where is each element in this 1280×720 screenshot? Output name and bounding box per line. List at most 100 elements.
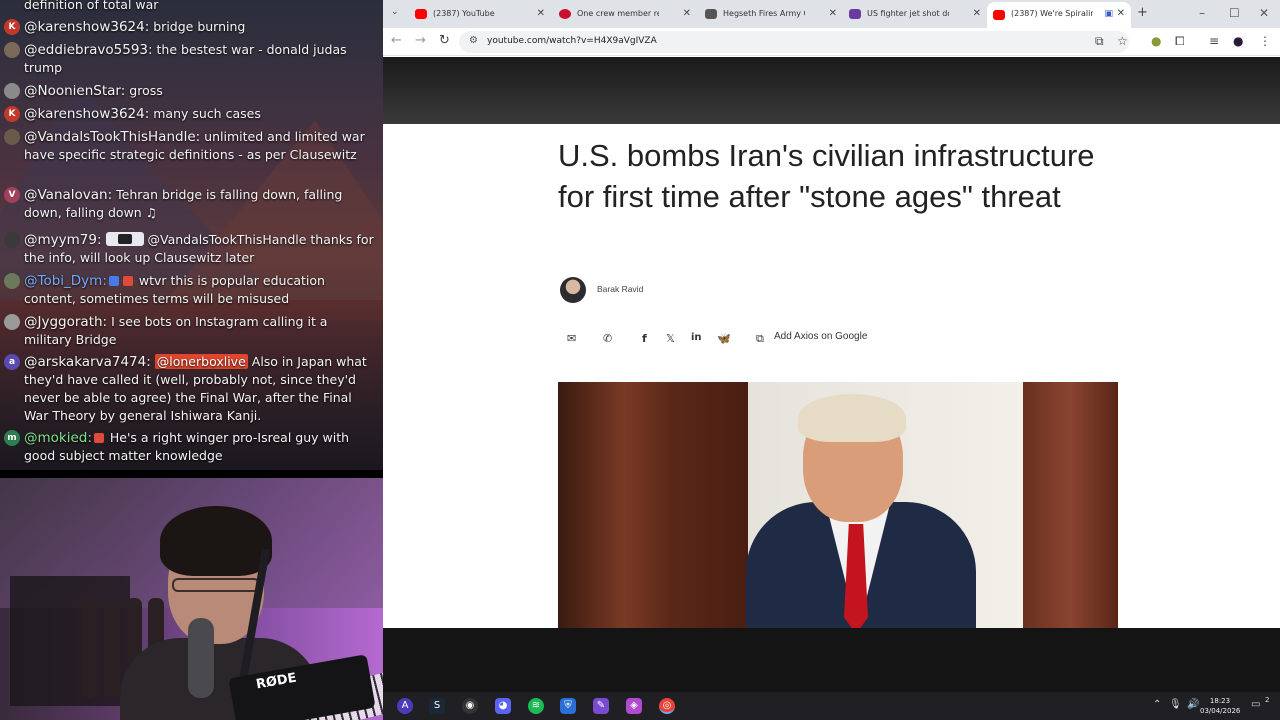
- tab-youtube[interactable]: (2387) YouTube ✕: [409, 4, 551, 24]
- cast-icon: ▣: [1104, 9, 1113, 19]
- chat-username[interactable]: @Vanalovan:: [24, 187, 112, 203]
- avatar: a: [4, 354, 20, 370]
- chat-username[interactable]: @karenshow3624:: [24, 19, 149, 35]
- steam-icon[interactable]: S: [429, 698, 445, 714]
- news-icon: [705, 9, 717, 19]
- google-add-icon[interactable]: ⧉: [756, 332, 764, 346]
- clock-date: 03/04/2026: [1200, 707, 1241, 715]
- tab-search-icon[interactable]: ⌄: [391, 7, 399, 17]
- bluesky-icon[interactable]: 🦋: [717, 332, 731, 345]
- chat-message: @myym79: @VandalsTookThisHandle thanks fo…: [4, 231, 376, 267]
- news-icon: [559, 9, 571, 19]
- chat-message: @NoonienStar: gross: [4, 82, 376, 100]
- chat-username[interactable]: @eddiebravo5593:: [24, 42, 153, 58]
- profile-avatar-icon[interactable]: ●: [1233, 34, 1243, 48]
- close-icon[interactable]: ✕: [683, 4, 691, 24]
- chat-username[interactable]: @karenshow3624:: [24, 106, 149, 122]
- site-info-icon[interactable]: ⚙: [469, 35, 478, 46]
- bitwarden-icon[interactable]: ⛨: [560, 698, 576, 714]
- arc-icon[interactable]: A: [397, 698, 413, 714]
- webcam-feed: RØDE: [0, 478, 383, 720]
- close-icon[interactable]: ✕: [973, 4, 981, 24]
- avatar: [4, 273, 20, 289]
- notification-icon[interactable]: ▭: [1251, 699, 1260, 710]
- chat-text: many such cases: [153, 106, 261, 121]
- chat-message: @Jyggorath: I see bots on Instagram call…: [4, 313, 376, 349]
- close-icon[interactable]: ✕: [829, 4, 837, 24]
- chat-overlay: definition of total war K @karenshow3624…: [0, 0, 383, 470]
- guitar: [104, 598, 120, 698]
- chat-username[interactable]: @myym79:: [24, 232, 102, 248]
- address-bar: ← → ↻ ⚙ youtube.com/watch?v=H4X9aVgIVZA …: [383, 28, 1280, 56]
- tab-fighter-jet[interactable]: US fighter jet shot down by ✕: [843, 4, 987, 24]
- photo-door-left: [558, 382, 748, 628]
- bookmark-star-icon[interactable]: ☆: [1117, 34, 1128, 48]
- obs-icon[interactable]: ◉: [462, 698, 478, 714]
- avatar: K: [4, 19, 20, 35]
- streamer-hair: [160, 506, 272, 576]
- avatar: m: [4, 430, 20, 446]
- tab-hegseth[interactable]: Hegseth Fires Army Chief A ✕: [699, 4, 843, 24]
- spotify-icon[interactable]: ≋: [528, 698, 544, 714]
- chrome-icon[interactable]: ◎: [659, 698, 675, 714]
- minimize-icon[interactable]: –: [1199, 6, 1205, 20]
- chat-text: bridge burning: [153, 19, 246, 34]
- phone-icon[interactable]: ✆: [603, 332, 612, 345]
- video-top-gradient: [383, 57, 1280, 124]
- add-axios-google-link[interactable]: Add Axios on Google: [774, 331, 867, 342]
- close-window-icon[interactable]: ✕: [1259, 6, 1269, 20]
- app-icon[interactable]: ◈: [626, 698, 642, 714]
- youtube-icon: [415, 9, 427, 19]
- chat-username[interactable]: @arskakarva7474:: [24, 354, 151, 370]
- chat-username[interactable]: @Jyggorath:: [24, 314, 107, 330]
- chat-username[interactable]: @mokied:: [24, 430, 92, 446]
- chat-username[interactable]: @NoonienStar:: [24, 83, 125, 99]
- volume-icon[interactable]: 🔊: [1187, 699, 1199, 710]
- chat-message: K @karenshow3624: many such cases: [4, 105, 376, 123]
- tray-expand-icon[interactable]: ⌃: [1153, 699, 1161, 710]
- new-tab-button[interactable]: +: [1137, 5, 1148, 20]
- clock-time: 18:23: [1209, 697, 1231, 705]
- avatar: K: [4, 106, 20, 122]
- tab-spiraling[interactable]: (2387) We're Spiraling ▣ ✕: [987, 2, 1131, 28]
- desktop-background: [383, 628, 1280, 692]
- tab-label: (2387) YouTube: [433, 9, 495, 18]
- tab-crew-rescued[interactable]: One crew member rescued ✕: [553, 4, 697, 24]
- author-name[interactable]: Barak Ravid: [597, 284, 643, 294]
- extension-icon[interactable]: ●: [1151, 34, 1161, 48]
- chat-username[interactable]: @VandalsTookThisHandle:: [24, 129, 200, 145]
- install-icon[interactable]: ⧉: [1095, 34, 1104, 49]
- reload-icon[interactable]: ↻: [439, 33, 450, 48]
- pen-icon[interactable]: ✎: [593, 698, 609, 714]
- author-avatar: [560, 277, 586, 303]
- system-clock[interactable]: 18:23 03/04/2026: [1200, 696, 1240, 716]
- facebook-icon[interactable]: f: [642, 332, 647, 345]
- x-icon[interactable]: 𝕏: [666, 332, 675, 345]
- mention-tag[interactable]: @lonerboxlive: [154, 354, 248, 369]
- avatar: [4, 42, 20, 58]
- notification-count: 2: [1265, 696, 1270, 704]
- chat-message: V @Vanalovan: Tehran bridge is falling d…: [4, 186, 376, 222]
- taskbar: A S ◉ ◕ ≋ ⛨ ✎ ◈ ◎ ⌃ 🎙 🔊 18:23 03/04/2026…: [383, 692, 1280, 720]
- close-icon[interactable]: ✕: [537, 4, 545, 24]
- emote-image: [105, 232, 144, 246]
- maximize-icon[interactable]: ☐: [1229, 6, 1240, 20]
- close-icon[interactable]: ✕: [1117, 2, 1125, 26]
- avatar: [4, 129, 20, 145]
- microphone-icon[interactable]: 🎙: [1169, 699, 1182, 710]
- chat-message: @VandalsTookThisHandle: unlimited and li…: [4, 128, 376, 164]
- media-control-icon[interactable]: ≡: [1209, 34, 1219, 48]
- youtube-icon: [993, 10, 1005, 20]
- discord-icon[interactable]: ◕: [495, 698, 511, 714]
- url-input[interactable]: youtube.com/watch?v=H4X9aVgIVZA: [487, 36, 657, 46]
- chat-message: K @karenshow3624: bridge burning: [4, 18, 376, 36]
- chat-username[interactable]: @Tobi_Dym:: [24, 273, 107, 289]
- avatar: [4, 83, 20, 99]
- email-icon[interactable]: ✉: [567, 332, 576, 345]
- forward-icon[interactable]: →: [415, 33, 426, 48]
- back-icon[interactable]: ←: [391, 33, 402, 48]
- menu-dots-icon[interactable]: ⋮: [1259, 34, 1271, 48]
- linkedin-icon[interactable]: in: [691, 332, 702, 343]
- tab-label: US fighter jet shot down by: [867, 9, 949, 18]
- extensions-puzzle-icon[interactable]: ⧠: [1175, 34, 1185, 49]
